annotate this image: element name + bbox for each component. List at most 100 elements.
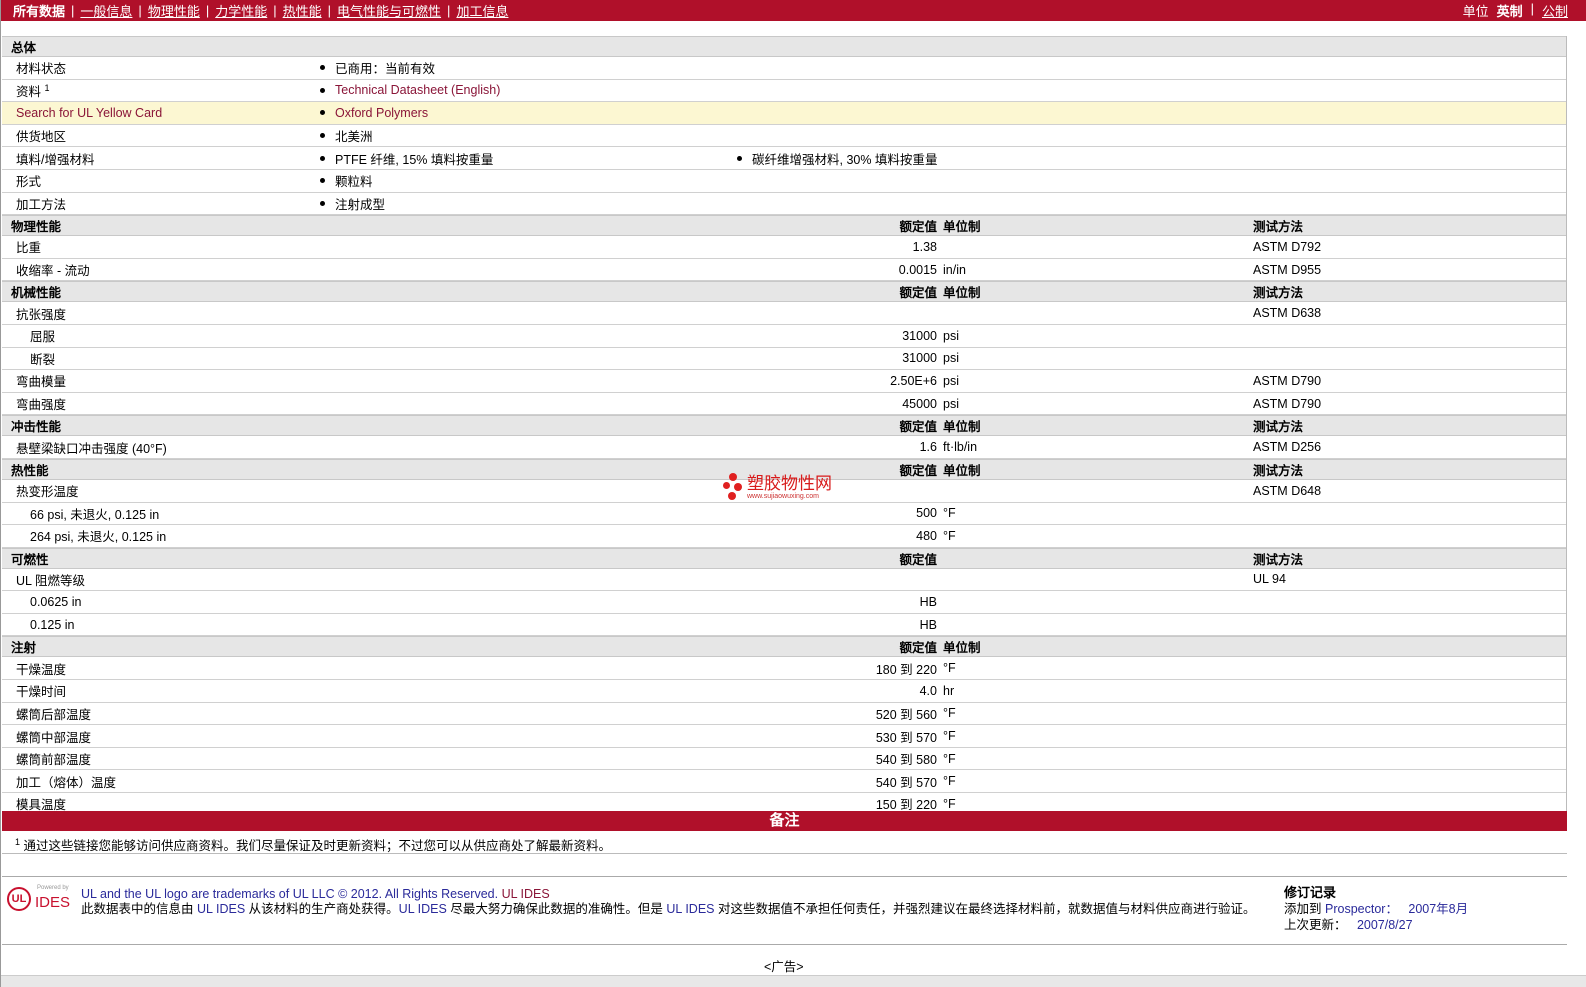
property-unit: psi (943, 351, 959, 366)
section-title: 冲击性能 (11, 420, 62, 435)
advertisement[interactable]: <广告> (764, 956, 804, 975)
property-value: 520 到 560 (875, 707, 937, 722)
ul-ides-text: UL IDES (398, 902, 447, 916)
revision-title: 修订记录 (1284, 885, 1337, 900)
test-method: ASTM D256 (1253, 440, 1322, 455)
header-test-method: 测试方法 (1253, 286, 1304, 301)
top-nav: 所有数据 | 一般信息 | 物理性能 | 力学性能 | 热性能 | 电气性能与可燃性 | 加工信息 单位英… (1, 0, 1586, 21)
property-row: 干燥时间 4.0 hr (2, 680, 1566, 703)
property-label: 0.0625 in (30, 595, 82, 610)
property-value: 45000 (902, 396, 937, 411)
property-row: 比重 1.38 ASTM D792 (2, 236, 1566, 259)
property-value: HB (919, 595, 937, 610)
property-label: 热变形温度 (16, 485, 79, 500)
property-row: 螺筒前部温度 540 到 580 °F (2, 748, 1566, 771)
header-test-method: 测试方法 (1253, 463, 1304, 478)
property-unit: in/in (943, 262, 966, 277)
nav-tab-3[interactable]: 力学性能 (209, 1, 273, 20)
row-value: 北美洲 (320, 126, 373, 145)
header-value: 额定值 (899, 463, 937, 478)
section-title: 注射 (11, 641, 37, 656)
property-value: 540 到 580 (875, 753, 937, 768)
property-unit: °F (943, 528, 956, 543)
added-date: 2007年8月 (1408, 902, 1469, 916)
row-label-text: 加工方法 (16, 197, 67, 212)
property-label: 断裂 (30, 352, 56, 367)
row-value: 已商用：当前有效 (320, 58, 435, 77)
property-label: 弯曲模量 (16, 375, 67, 390)
header-test-method: 测试方法 (1253, 420, 1304, 435)
row-label-text: 材料状态 (16, 62, 67, 77)
test-method: ASTM D790 (1253, 373, 1322, 388)
general-row: 填料/增强材料 PTFE 纤维, 15% 填料按重量 碳纤维增强材料, 30% 填料… (2, 147, 1566, 170)
disclaimer: 尽最大努力确保此数据的准确性。但是 (450, 902, 663, 916)
units-metric[interactable]: 公制 (1538, 1, 1572, 20)
test-method: ASTM D790 (1253, 396, 1322, 411)
updated-label: 上次更新： (1284, 918, 1347, 932)
property-row: 干燥温度 180 到 220 °F (2, 657, 1566, 681)
property-label: 悬壁梁缺口冲击强度 (40°F) (16, 441, 167, 456)
header-value: 额定值 (899, 552, 937, 567)
property-label: 264 psi, 未退火, 0.125 in (30, 530, 167, 545)
header-unit: 单位制 (943, 220, 981, 235)
row-label[interactable]: Search for UL Yellow Card (16, 106, 162, 120)
property-row: 264 psi, 未退火, 0.125 in 480 °F (2, 525, 1566, 548)
watermark-url: www.sujiaowuxing.com (747, 492, 819, 500)
header-value: 额定值 (899, 286, 937, 301)
general-row: 资料 1 Technical Datasheet (English) (2, 80, 1566, 103)
property-label: 螺筒前部温度 (16, 753, 92, 768)
row-value[interactable]: Oxford Polymers (320, 106, 428, 120)
added-label: 添加到 (1284, 902, 1322, 916)
property-row: 弯曲强度 45000 psi ASTM D790 (2, 393, 1566, 416)
row-label-text: 形式 (16, 175, 42, 190)
property-label: 屈服 (30, 330, 56, 345)
property-value: 540 到 570 (875, 775, 937, 790)
nav-tab-2[interactable]: 物理性能 (142, 1, 206, 20)
nav-tab-1[interactable]: 一般信息 (74, 1, 138, 20)
property-row: 屈服 31000 psi (2, 325, 1566, 348)
units-imperial[interactable]: 英制 (1493, 1, 1527, 20)
property-value: 180 到 220 (875, 662, 937, 677)
property-unit: psi (943, 373, 959, 388)
property-row: 0.0625 in HB (2, 591, 1566, 614)
nav-tab-5[interactable]: 电气性能与可燃性 (331, 1, 447, 20)
property-value: 0.0015 (898, 262, 937, 277)
property-label: 螺筒后部温度 (16, 707, 92, 722)
revision-history: 修订记录 添加到 Prospector： 2007年8月 上次更新： 2007/… (1284, 885, 1468, 933)
header-test-method: 测试方法 (1253, 552, 1304, 567)
section-title: 热性能 (11, 463, 49, 478)
row-value[interactable]: Technical Datasheet (English) (320, 83, 500, 97)
property-label: 干燥时间 (16, 685, 67, 700)
horizontal-scrollbar[interactable] (1, 975, 1586, 987)
property-row: 断裂 31000 psi (2, 348, 1566, 371)
general-row: 形式 颗粒料 (2, 170, 1566, 193)
footnote-number: 1 (15, 837, 21, 847)
property-row: UL 阻燃等级 UL 94 (2, 569, 1566, 592)
section-header: 可燃性 额定值 测试方法 (2, 547, 1566, 569)
property-unit: psi (943, 396, 959, 411)
footnote-text: 通过这些链接您能够访问供应商资料。我们尽量保证及时更新资料；不过您可以从供应商处… (23, 839, 612, 853)
property-label: 弯曲强度 (16, 398, 67, 413)
property-label: 0.125 in (30, 617, 75, 632)
nav-tab-0[interactable]: 所有数据 (13, 1, 71, 20)
section-title: 物理性能 (11, 220, 62, 235)
header-unit: 单位制 (943, 286, 981, 301)
property-value: 500 (916, 506, 937, 521)
property-row: 螺筒后部温度 520 到 560 °F (2, 703, 1566, 726)
property-unit: °F (943, 706, 956, 721)
ul-ides-logo[interactable]: UL Powered by IDES (7, 885, 70, 911)
property-unit: °F (943, 506, 956, 521)
disclaimer: 从该材料的生产商处获得。 (248, 902, 399, 916)
ul-ides-text: UL IDES (197, 902, 246, 916)
nav-tab-6[interactable]: 加工信息 (450, 1, 514, 20)
property-value: 31000 (902, 328, 937, 343)
watermark-dots-icon (723, 473, 743, 501)
header-unit: 单位制 (943, 420, 981, 435)
header-unit: 单位制 (943, 463, 981, 478)
nav-tab-4[interactable]: 热性能 (277, 1, 328, 20)
notes-header: 备注 (2, 811, 1567, 831)
property-label: UL 阻燃等级 (16, 573, 85, 588)
section-title: 机械性能 (11, 286, 62, 301)
ul-ides-link[interactable]: UL IDES (502, 887, 550, 901)
general-row: Search for UL Yellow Card Oxford Polymers (2, 102, 1566, 125)
